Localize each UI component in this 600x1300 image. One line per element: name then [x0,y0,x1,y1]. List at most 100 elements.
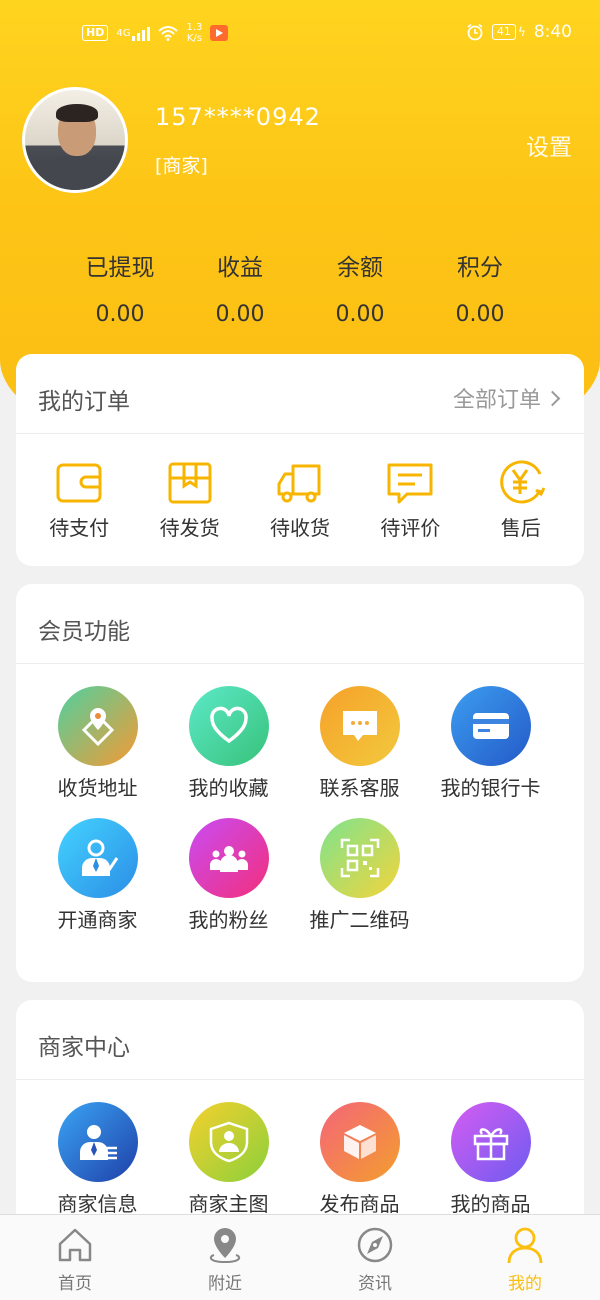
signal-icon [132,25,151,41]
clock: 8:40 [533,22,572,42]
tab-label: 我的 [508,1274,542,1294]
tab-label: 资讯 [358,1274,392,1294]
grid-label: 商家主图 [188,1192,269,1216]
network-type: 4G [116,27,131,39]
grid-label: 发布商品 [319,1192,400,1216]
my-fans-item[interactable]: 我的粉丝 [163,818,294,950]
merchant-title: 商家中心 [38,1035,130,1061]
stat-withdrawn[interactable]: 已提现 0.00 [60,248,180,327]
member-card: 会员功能 收货地址 我的收藏 联系客服 我的银行卡 开通商家 我的粉丝 推广二维… [16,584,584,982]
alarm-icon [467,23,483,41]
chevron-right-icon [544,390,561,406]
truck-icon [277,464,321,503]
stats-row: 已提现 0.00 收益 0.00 余额 0.00 积分 0.00 [60,248,540,327]
order-pending-payment[interactable]: 待支付 [31,460,127,541]
order-label: 售后 [500,516,541,540]
compass-icon [357,1227,393,1263]
group-icon [188,818,269,898]
avatar-body [35,156,119,190]
box-icon [319,1102,400,1182]
all-orders-link[interactable]: 全部订单 [452,382,561,414]
network-speed-unit: K/s [186,33,202,44]
wallet-icon [56,463,102,503]
network-speed: 1.3 K/s [186,22,202,44]
grid-label: 我的商品 [450,1192,531,1216]
stat-value: 0.00 [455,302,505,327]
grid-label: 收货地址 [57,776,138,800]
grid-label: 联系客服 [319,776,400,800]
stat-label: 收益 [217,255,263,281]
grid-label: 推广二维码 [309,908,410,932]
stat-label: 余额 [337,255,383,281]
tab-label: 首页 [58,1274,92,1294]
customer-service-item[interactable]: 联系客服 [294,686,425,818]
businessman-icon [57,818,138,898]
hd-badge: HD [82,25,109,41]
orders-title: 我的订单 [38,389,130,415]
tab-home[interactable]: 首页 [0,1215,150,1300]
merchant-image-icon [188,1102,269,1182]
bottom-tab-bar: 首页 附近 资讯 我的 [0,1214,600,1300]
grid-label: 我的粉丝 [188,908,269,932]
order-status-row: 待支付 待发货 待收货 待评价 售后 [16,434,584,541]
open-merchant-item[interactable]: 开通商家 [32,818,163,950]
tab-news[interactable]: 资讯 [300,1215,450,1300]
order-label: 待评价 [380,516,441,540]
grid-label: 商家信息 [57,1192,138,1216]
grid-label: 开通商家 [57,908,138,932]
stat-balance[interactable]: 余额 0.00 [300,248,420,327]
bank-card-item[interactable]: 我的银行卡 [425,686,556,818]
card-icon [450,686,531,766]
package-icon [168,462,212,504]
grid-label: 我的收藏 [188,776,269,800]
settings-button[interactable]: 设置 [526,128,572,162]
order-label: 待发货 [159,516,220,540]
stat-value: 0.00 [95,302,145,327]
order-after-sales[interactable]: 售后 [473,460,569,541]
user-icon [507,1227,543,1264]
stat-earnings[interactable]: 收益 0.00 [180,248,300,327]
all-orders-label: 全部订单 [452,388,541,413]
merchant-card: 商家中心 商家信息 商家主图 发布商品 我的商品 [16,1000,584,1240]
user-role: [商家] [155,155,208,177]
pin-icon [209,1228,241,1264]
stat-label: 已提现 [85,255,155,281]
qr-code-icon [319,818,400,898]
merchant-grid: 商家信息 商家主图 发布商品 我的商品 [16,1080,584,1234]
avatar[interactable] [22,87,128,193]
merchant-info-icon [57,1102,138,1182]
favorites-item[interactable]: 我的收藏 [163,686,294,818]
heart-icon [188,686,269,766]
stat-label: 积分 [457,255,503,281]
comment-icon [387,463,433,504]
gift-icon [450,1102,531,1182]
wifi-icon [158,26,179,41]
tab-mine[interactable]: 我的 [450,1215,600,1300]
order-pending-review[interactable]: 待评价 [362,460,458,541]
charging-icon: ϟ [517,25,526,39]
orders-card: 我的订单 全部订单 待支付 待发货 待收货 待评价 售后 [16,354,584,566]
avatar-hair [56,104,98,122]
order-pending-receipt[interactable]: 待收货 [252,460,348,541]
location-icon [57,686,138,766]
orders-header: 我的订单 全部订单 [16,354,584,434]
merchant-header: 商家中心 [16,1000,584,1080]
yen-refund-icon [499,460,546,504]
member-title: 会员功能 [38,619,130,645]
chat-icon [319,686,400,766]
stat-value: 0.00 [335,302,385,327]
grid-label: 我的银行卡 [440,776,541,800]
tab-label: 附近 [208,1274,242,1294]
video-app-icon [210,25,229,41]
member-header: 会员功能 [16,584,584,664]
user-phone: 157****0942 [155,103,321,131]
member-grid: 收货地址 我的收藏 联系客服 我的银行卡 开通商家 我的粉丝 推广二维码 [16,664,584,950]
promo-qr-item[interactable]: 推广二维码 [294,818,425,950]
order-pending-shipment[interactable]: 待发货 [142,460,238,541]
stat-value: 0.00 [215,302,265,327]
status-bar: HD 4G 1.3 K/s 41 ϟ 8:40 [0,22,600,52]
tab-nearby[interactable]: 附近 [150,1215,300,1300]
shipping-address-item[interactable]: 收货地址 [32,686,163,818]
home-icon [58,1228,92,1262]
stat-points[interactable]: 积分 0.00 [420,248,540,327]
